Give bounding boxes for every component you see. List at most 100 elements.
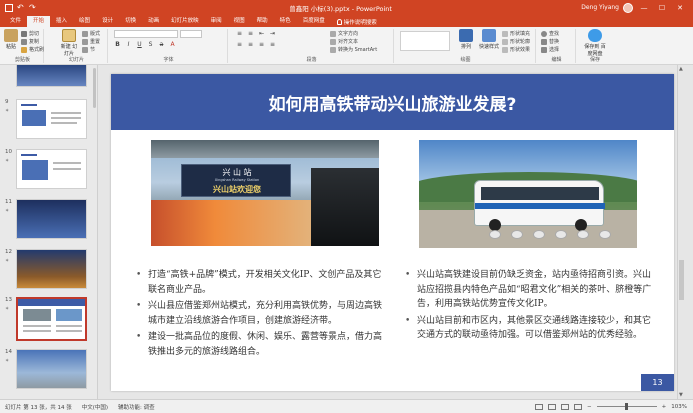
shape-outline-button[interactable]: 形状轮廓 <box>502 38 530 45</box>
thumbnail-line <box>56 325 82 327</box>
editor-scrollbar[interactable]: ▲ ▼ <box>677 65 685 399</box>
save-to-cloud-button[interactable]: 保存到 百度网盘 <box>582 29 608 57</box>
underline-button[interactable]: U <box>136 41 143 48</box>
close-button[interactable]: ✕ <box>673 4 687 12</box>
tab-view[interactable]: 视图 <box>228 16 251 27</box>
tell-me-search[interactable]: 操作说明搜索 <box>331 16 377 27</box>
left-bullet-list[interactable]: 打造“高铁+品牌”模式，开发相关文化IP、文创产品及其它联名商业产品。 兴山县应… <box>136 268 386 361</box>
maximize-button[interactable]: ☐ <box>655 4 669 12</box>
smartart-button[interactable]: 转换为 SmartArt <box>330 46 377 53</box>
tab-review[interactable]: 审阅 <box>205 16 228 27</box>
align-buttons-row: ≡ ≡ ≡ ≡ <box>236 41 276 48</box>
font-color-button[interactable]: A <box>169 41 176 48</box>
strikethrough-button[interactable]: a <box>158 41 165 48</box>
avatar[interactable] <box>623 2 633 13</box>
replace-button[interactable]: 替换 <box>541 38 559 45</box>
cloud-icon <box>588 29 602 42</box>
section-button[interactable]: 节 <box>82 46 95 53</box>
thumbnail-preview[interactable] <box>16 297 87 341</box>
tab-draw[interactable]: 绘图 <box>73 16 96 27</box>
justify-icon[interactable]: ≡ <box>269 41 276 48</box>
thumbnail-line <box>21 104 37 106</box>
tab-slideshow[interactable]: 幻灯片放映 <box>165 16 205 27</box>
slide-canvas[interactable]: 如何用高铁带动兴山旅游业发展? 兴 山 站 Xingshan Railway S… <box>111 74 674 391</box>
scroll-up-icon[interactable]: ▲ <box>679 66 683 72</box>
stone-bollard <box>533 230 545 239</box>
user-area[interactable]: Deng Yiyang — ☐ ✕ <box>581 2 693 13</box>
format-painter-button[interactable]: 格式刷 <box>21 46 44 53</box>
shadow-button[interactable]: S <box>147 41 154 48</box>
tab-home[interactable]: 开始 <box>27 16 51 27</box>
scrollbar-handle[interactable] <box>679 260 684 300</box>
thumbnail-preview[interactable] <box>16 99 87 139</box>
thumbnail-preview[interactable] <box>16 349 87 389</box>
save-icon[interactable] <box>5 3 13 12</box>
cut-button[interactable]: 剪切 <box>21 30 39 37</box>
align-center-icon[interactable]: ≡ <box>247 41 254 48</box>
slide-editor[interactable]: 如何用高铁带动兴山旅游业发展? 兴 山 站 Xingshan Railway S… <box>99 65 685 399</box>
font-name-box[interactable] <box>114 30 178 38</box>
scroll-down-icon[interactable]: ▼ <box>679 392 683 398</box>
zoom-in-icon[interactable]: + <box>662 404 667 410</box>
slide-title[interactable]: 如何用高铁带动兴山旅游业发展? <box>111 90 674 115</box>
bold-button[interactable]: B <box>114 41 121 48</box>
increase-indent-icon[interactable]: ⇥ <box>269 30 276 37</box>
minimize-button[interactable]: — <box>637 4 651 12</box>
bullets-icon[interactable]: ≡ <box>236 30 243 37</box>
station-photo[interactable]: 兴 山 站 Xingshan Railway Station 兴山站欢迎您 <box>151 140 379 246</box>
clipboard-group-label: 剪贴板 <box>14 57 30 63</box>
text-direction-button[interactable]: 文字方向 <box>330 30 358 37</box>
reading-view-icon[interactable] <box>561 403 570 410</box>
normal-view-icon[interactable] <box>535 403 544 410</box>
tab-animations[interactable]: 动画 <box>142 16 165 27</box>
layout-button[interactable]: 版式 <box>82 30 100 37</box>
reset-button[interactable]: 重置 <box>82 38 100 45</box>
arrange-button[interactable]: 排列 <box>456 29 476 50</box>
decrease-indent-icon[interactable]: ⇤ <box>258 30 265 37</box>
shape-fill-button[interactable]: 形状填充 <box>502 30 530 37</box>
tab-help[interactable]: 帮助 <box>251 16 274 27</box>
redo-icon[interactable] <box>29 4 37 12</box>
quick-styles-button[interactable]: 快速样式 <box>478 29 500 50</box>
align-left-icon[interactable]: ≡ <box>236 41 243 48</box>
shape-effects-button[interactable]: 形状效果 <box>502 46 530 53</box>
tab-design[interactable]: 设计 <box>96 16 119 27</box>
align-right-icon[interactable]: ≡ <box>258 41 265 48</box>
bus-photo[interactable] <box>419 140 637 248</box>
shapes-gallery[interactable] <box>400 31 450 51</box>
tab-baidu-netdisk[interactable]: 百度网盘 <box>297 16 331 27</box>
tab-insert[interactable]: 插入 <box>50 16 73 27</box>
document-title: 曾鑫阳 小标(3).pptx - PowerPoint <box>289 4 392 13</box>
paste-button[interactable]: 粘贴 <box>4 29 18 50</box>
zoom-out-icon[interactable]: − <box>587 404 592 410</box>
right-bullet-list[interactable]: 兴山站高铁建设目前仍缺乏资金，站内亟待招商引资。兴山站应招揽县内特色产品如“昭君… <box>405 268 655 345</box>
italic-button[interactable]: I <box>125 41 132 48</box>
status-bar: 幻灯片 第 13 张，共 14 张 中文(中国) 辅助功能: 调查 − + 10… <box>0 399 693 413</box>
thumbnail-preview[interactable] <box>16 65 87 87</box>
zoom-slider[interactable] <box>596 403 657 410</box>
font-size-box[interactable] <box>180 30 202 38</box>
slide-thumbnails-panel[interactable]: 9 ✶ 10 ✶ 11 ✶ 12 ✶ 13 ✶ 14 ✶ <box>0 65 98 399</box>
tab-features[interactable]: 特色 <box>274 16 297 27</box>
accessibility-indicator[interactable]: 辅助功能: 调查 <box>113 403 160 411</box>
find-button[interactable]: 查找 <box>541 30 559 37</box>
slideshow-icon[interactable] <box>574 403 583 410</box>
thumbnails-scrollbar[interactable] <box>93 68 96 108</box>
numbering-icon[interactable]: ≡ <box>247 30 254 37</box>
undo-icon[interactable] <box>17 4 25 12</box>
copy-button[interactable]: 复制 <box>21 38 39 45</box>
slide-sorter-icon[interactable] <box>548 403 557 410</box>
language-indicator[interactable]: 中文(中国) <box>77 403 113 411</box>
tab-transitions[interactable]: 切换 <box>119 16 142 27</box>
thumbnail-preview[interactable] <box>16 249 87 289</box>
select-button[interactable]: 选择 <box>541 46 559 53</box>
tab-file[interactable]: 文件 <box>4 16 27 27</box>
align-text-button[interactable]: 对齐文本 <box>330 38 358 45</box>
thumbnail-image <box>17 350 86 388</box>
zoom-level[interactable]: 103% <box>671 404 687 410</box>
thumbnail-preview[interactable] <box>16 149 87 189</box>
font-group-label: 字体 <box>163 57 174 63</box>
thumbnail-preview[interactable] <box>16 199 87 239</box>
zoom-slider-thumb[interactable] <box>624 403 628 410</box>
new-slide-button[interactable]: 新建 幻灯片 <box>60 29 78 57</box>
